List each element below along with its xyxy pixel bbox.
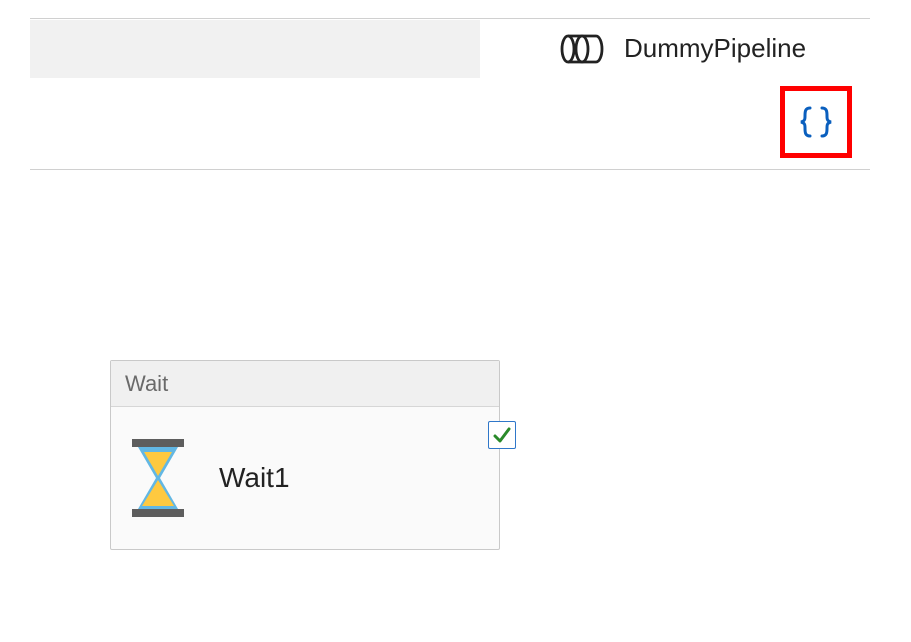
highlight-annotation	[780, 86, 852, 158]
checkmark-icon	[492, 425, 512, 445]
activity-card-header: Wait	[111, 361, 499, 407]
toolbar	[30, 80, 870, 170]
wait-activity-card[interactable]: Wait Wait1	[110, 360, 500, 550]
activity-type-label: Wait	[125, 371, 168, 397]
json-braces-icon	[796, 102, 836, 142]
hourglass-icon	[127, 439, 189, 517]
activity-card-body: Wait1	[111, 407, 499, 549]
header-bar: DummyPipeline	[30, 18, 870, 78]
activity-instance-name: Wait1	[219, 462, 290, 494]
pipeline-icon	[560, 34, 604, 64]
success-output-handle[interactable]	[488, 421, 516, 449]
pipeline-title: DummyPipeline	[624, 33, 806, 64]
json-code-button[interactable]	[796, 102, 836, 142]
pipeline-breadcrumb[interactable]: DummyPipeline	[560, 33, 806, 64]
search-input-placeholder[interactable]	[30, 20, 480, 78]
